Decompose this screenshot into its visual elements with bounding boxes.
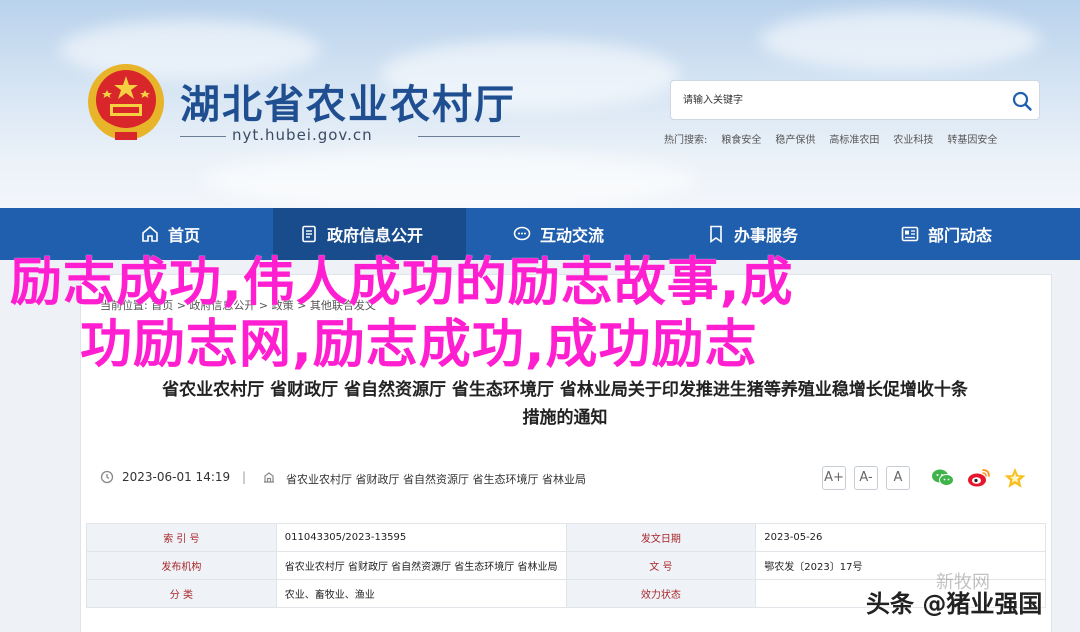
hot-search-item[interactable]: 农业科技 xyxy=(893,131,933,146)
header-banner: 湖北省农业农村厅 nyt.hubei.gov.cn 热门搜索: 粮食安全 稳产保… xyxy=(0,0,1080,208)
info-value: 省农业农村厅 省财政厅 省自然资源厅 省生态环境厅 省林业局 xyxy=(275,551,567,580)
news-icon xyxy=(901,226,919,242)
favorite-star-icon[interactable] xyxy=(1002,466,1028,490)
article-meta: 2023-06-01 14:19 | 省农业农村厅 省财政厅 省自然资源厅 省生… xyxy=(100,466,1040,490)
national-emblem-icon xyxy=(88,64,164,140)
font-reset-button[interactable]: A xyxy=(886,466,910,490)
hot-search-bar: 热门搜索: 粮食安全 稳产保供 高标准农田 农业科技 转基因安全 xyxy=(664,131,997,146)
hot-search-item[interactable]: 粮食安全 xyxy=(721,131,761,146)
cloud-decoration xyxy=(760,10,1040,70)
article-sources: 省农业农村厅 省财政厅 省自然资源厅 省生态环境厅 省林业局 xyxy=(286,473,586,486)
font-decrease-button[interactable]: A- xyxy=(854,466,878,490)
info-label: 发布机构 xyxy=(86,551,277,580)
info-value: 农业、畜牧业、渔业 xyxy=(275,579,567,608)
hot-search-item[interactable]: 转基因安全 xyxy=(947,131,997,146)
article-title-line: 省农业农村厅 省财政厅 省自然资源厅 省生态环境厅 省林业局关于印发推进生猪等养… xyxy=(162,380,968,400)
nav-item-label: 部门动态 xyxy=(928,226,993,245)
info-value: 鄂农发〔2023〕17号 xyxy=(755,551,1046,580)
search-icon[interactable] xyxy=(1011,90,1033,112)
nav-item-label: 政府信息公开 xyxy=(327,226,424,245)
info-label: 分 类 xyxy=(86,579,277,608)
document-icon xyxy=(302,225,316,243)
meta-separator: | xyxy=(242,470,247,484)
table-row: 发布机构 省农业农村厅 省财政厅 省自然资源厅 省生态环境厅 省林业局 文 号 … xyxy=(86,551,1046,580)
info-label: 索 引 号 xyxy=(86,523,277,552)
hot-search-item[interactable]: 高标准农田 xyxy=(829,131,879,146)
table-row: 索 引 号 011043305/2023-13595 发文日期 2023-05-… xyxy=(86,523,1046,552)
wechat-share-icon[interactable] xyxy=(930,466,956,490)
nav-item-label: 首页 xyxy=(168,226,201,245)
clock-icon xyxy=(100,470,114,484)
article-title: 省农业农村厅 省财政厅 省自然资源厅 省生态环境厅 省林业局关于印发推进生猪等养… xyxy=(100,376,1030,432)
article-title-line: 措施的通知 xyxy=(522,408,608,428)
hot-search-label: 热门搜索: xyxy=(664,135,708,146)
cloud-decoration xyxy=(200,150,700,208)
font-increase-button[interactable]: A+ xyxy=(822,466,846,490)
hot-search-item[interactable]: 稳产保供 xyxy=(775,131,815,146)
overlay-headline: 励志成功,伟人成功的励志故事,成 功励志网,励志成功,成功励志 xyxy=(10,252,1020,376)
source-icon xyxy=(264,472,274,483)
home-icon xyxy=(142,225,158,242)
overlay-headline-line: 励志成功,伟人成功的励志故事,成 xyxy=(10,253,794,313)
nav-item-label: 互动交流 xyxy=(540,226,605,245)
watermark: 头条 @猪业强国 xyxy=(866,590,1043,618)
info-label: 发文日期 xyxy=(565,523,757,552)
search-input[interactable] xyxy=(683,89,1003,111)
domain-divider xyxy=(180,136,226,137)
info-value: 2023-05-26 xyxy=(755,523,1046,552)
info-label: 文 号 xyxy=(565,551,757,580)
domain-divider xyxy=(418,136,520,137)
search-box xyxy=(670,80,1040,120)
overlay-headline-line: 功励志网,励志成功,成功励志 xyxy=(80,315,758,375)
bookmark-icon xyxy=(710,225,722,244)
info-value: 011043305/2023-13595 xyxy=(275,523,567,552)
publish-date: 2023-06-01 14:19 xyxy=(122,470,231,484)
chat-icon xyxy=(513,226,531,241)
nav-item-label: 办事服务 xyxy=(734,226,799,245)
site-title[interactable]: 湖北省农业农村厅 xyxy=(180,72,516,130)
site-domain: nyt.hubei.gov.cn xyxy=(232,126,373,144)
info-label: 效力状态 xyxy=(565,579,757,608)
weibo-share-icon[interactable] xyxy=(966,466,992,490)
